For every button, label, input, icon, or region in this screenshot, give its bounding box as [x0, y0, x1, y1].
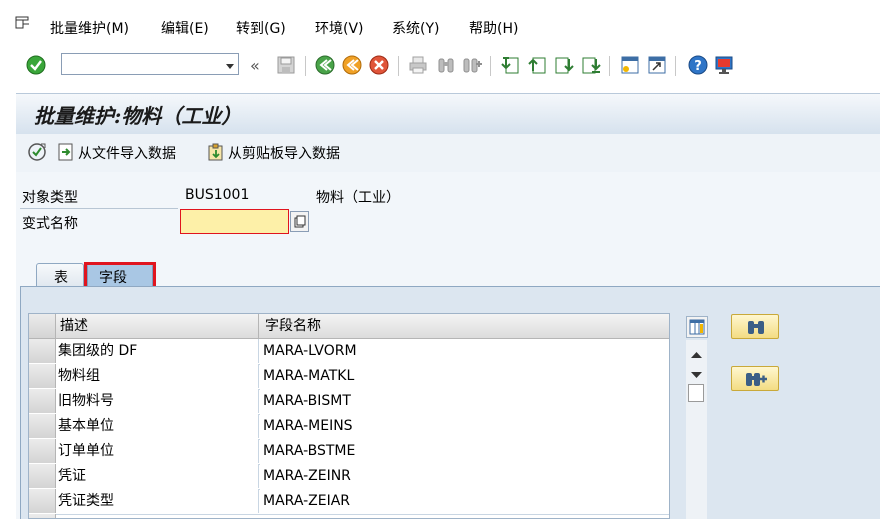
toolbar-separator	[398, 56, 399, 76]
last-page-icon[interactable]	[581, 55, 601, 75]
exit-icon[interactable]	[342, 55, 362, 75]
select-all-cell[interactable]	[29, 314, 56, 338]
cancel-icon[interactable]	[369, 55, 389, 75]
variant-name-label: 变式名称	[22, 216, 78, 232]
print-icon[interactable]	[408, 55, 428, 75]
column-layout-icon	[689, 319, 705, 339]
binoculars-plus-icon	[744, 370, 768, 392]
scroll-up-icon[interactable]	[691, 347, 702, 362]
find-next-icon[interactable]	[462, 55, 482, 75]
field-name-cell: MARA-ZEIAR	[260, 489, 669, 513]
clipboard-icon	[206, 142, 226, 162]
description-cell: 基本单位	[56, 414, 259, 438]
menu-edit[interactable]: 编辑(E)	[161, 18, 209, 38]
field-name-cell: MARA-BISMT	[260, 389, 669, 413]
description-cell: 旧物料号	[56, 389, 259, 413]
table-row[interactable]	[29, 514, 669, 518]
back-icon[interactable]	[315, 55, 335, 75]
row-selector[interactable]	[29, 464, 56, 488]
collapse-icon[interactable]: «	[250, 56, 260, 75]
menu-mass-maintenance[interactable]: 批量维护(M)	[50, 18, 129, 38]
svg-text:?: ?	[694, 59, 702, 74]
object-type-label: 对象类型	[22, 190, 78, 206]
description-cell: 物料组	[56, 364, 259, 388]
table-row[interactable]: 集团级的 DF MARA-LVORM	[29, 339, 669, 365]
variant-name-input[interactable]	[180, 209, 289, 234]
field-name-cell: MARA-ZEINR	[260, 464, 669, 488]
object-type-value: BUS1001	[185, 187, 250, 203]
menu-environment[interactable]: 环境(V)	[315, 18, 364, 38]
description-cell: 订单单位	[56, 439, 259, 463]
menu-bar: 批量维护(M) 编辑(E) 转到(G) 环境(V) 系统(Y) 帮助(H)	[0, 0, 880, 46]
help-icon[interactable]: ?	[688, 55, 708, 75]
next-page-icon[interactable]	[554, 55, 574, 75]
table-row[interactable]: 凭证 MARA-ZEINR	[29, 464, 669, 490]
toolbar-separator	[675, 56, 676, 76]
menu-help[interactable]: 帮助(H)	[469, 18, 518, 38]
system-menu-icon[interactable]	[15, 16, 31, 30]
column-header-description[interactable]: 描述	[56, 314, 259, 338]
table-row[interactable]: 凭证类型 MARA-ZEIAR	[29, 489, 669, 515]
fields-table: 描述 字段名称 集团级的 DF MARA-LVORM 物料组 MARA-MATK…	[28, 313, 670, 519]
menu-system[interactable]: 系统(Y)	[392, 18, 439, 38]
description-cell: 凭证	[56, 464, 259, 488]
find-icon[interactable]	[436, 55, 456, 75]
toolbar-separator	[490, 56, 491, 76]
value-help-icon	[294, 215, 306, 232]
row-selector[interactable]	[29, 389, 56, 413]
tab-table-label: 表	[54, 270, 68, 286]
shortcut-icon[interactable]	[647, 55, 667, 75]
row-selector[interactable]	[29, 514, 56, 518]
chevron-down-icon[interactable]	[225, 60, 235, 69]
column-header-field-name[interactable]: 字段名称	[260, 314, 669, 338]
toolbar-separator	[305, 56, 306, 76]
binoculars-icon	[746, 318, 766, 340]
import-file-icon	[56, 142, 76, 162]
scroll-down-icon[interactable]	[691, 368, 702, 383]
row-selector[interactable]	[29, 339, 56, 363]
description-cell: 凭证类型	[56, 489, 259, 513]
row-selector[interactable]	[29, 489, 56, 513]
toolbar-separator	[609, 56, 610, 76]
find-next-button[interactable]	[731, 366, 779, 391]
field-name-cell: MARA-LVORM	[260, 339, 669, 363]
row-selector[interactable]	[29, 439, 56, 463]
first-page-icon[interactable]	[500, 55, 520, 75]
table-row[interactable]: 订单单位 MARA-BSTME	[29, 439, 669, 465]
row-selector[interactable]	[29, 414, 56, 438]
row-selector[interactable]	[29, 364, 56, 388]
new-session-icon[interactable]	[620, 55, 640, 75]
label-underline	[20, 208, 178, 209]
page-title: 批量维护:物料（工业）	[34, 104, 242, 128]
import-from-clipboard-label: 从剪贴板导入数据	[228, 146, 340, 162]
save-icon[interactable]	[276, 55, 296, 75]
field-name-cell: MARA-MEINS	[260, 414, 669, 438]
scroll-thumb[interactable]	[688, 384, 704, 402]
object-type-description: 物料（工业）	[316, 190, 400, 206]
table-row[interactable]: 物料组 MARA-MATKL	[29, 364, 669, 390]
customize-layout-icon[interactable]	[714, 55, 734, 75]
field-name-cell: MARA-MATKL	[260, 364, 669, 388]
execute-icon[interactable]	[27, 142, 47, 162]
menu-goto[interactable]: 转到(G)	[236, 18, 286, 38]
value-help-button[interactable]	[290, 211, 309, 232]
import-from-file-label: 从文件导入数据	[78, 146, 176, 162]
field-name-cell: MARA-BSTME	[260, 439, 669, 463]
enter-icon[interactable]	[26, 55, 46, 75]
find-button[interactable]	[731, 314, 779, 339]
command-field[interactable]	[61, 53, 239, 75]
tab-table[interactable]: 表	[36, 263, 84, 287]
description-cell: 集团级的 DF	[56, 339, 259, 363]
column-layout-button[interactable]	[686, 316, 708, 338]
prev-page-icon[interactable]	[527, 55, 547, 75]
table-header: 描述 字段名称	[29, 314, 669, 339]
table-row[interactable]: 基本单位 MARA-MEINS	[29, 414, 669, 440]
vertical-scrollbar[interactable]	[686, 340, 707, 519]
table-row[interactable]: 旧物料号 MARA-BISMT	[29, 389, 669, 415]
